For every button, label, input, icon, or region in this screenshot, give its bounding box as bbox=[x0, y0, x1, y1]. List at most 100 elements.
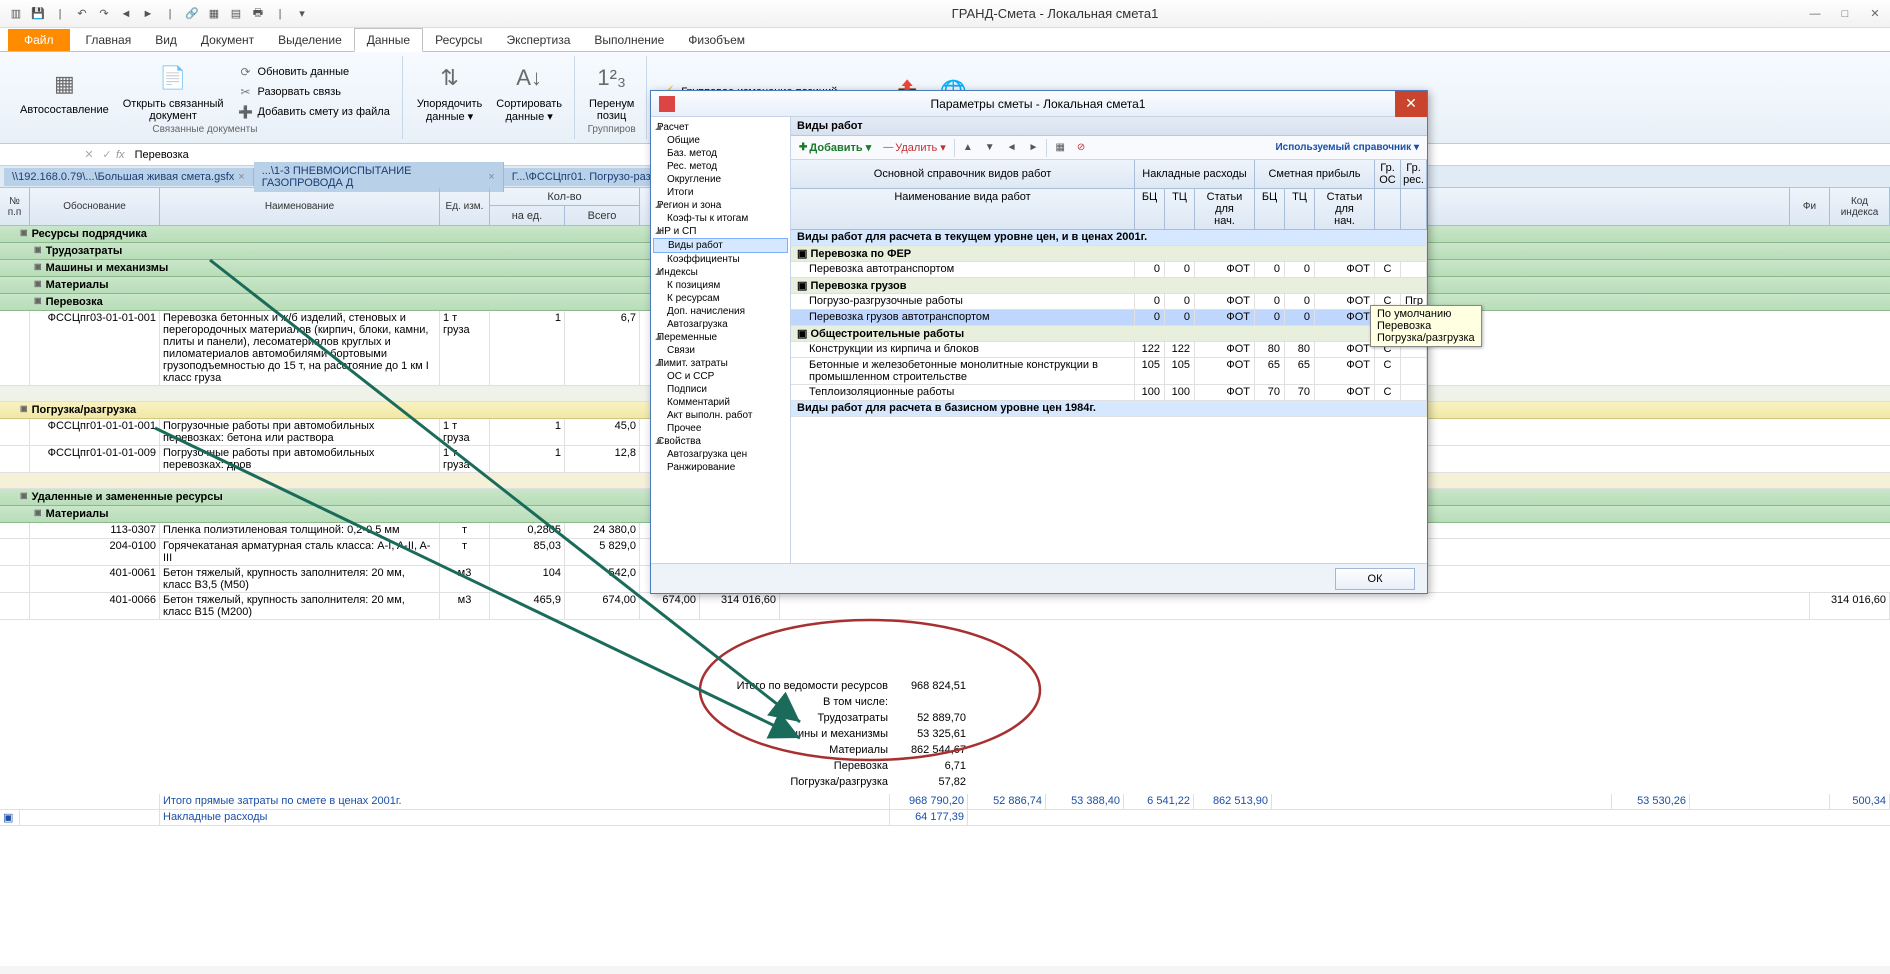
table-icon[interactable]: ▦ bbox=[206, 6, 222, 22]
grid-row[interactable]: ▣ Общестроительные работы bbox=[791, 326, 1427, 342]
tree-node[interactable]: Итоги bbox=[653, 186, 788, 199]
page-icon[interactable]: ▦ bbox=[1051, 140, 1068, 155]
tree-node[interactable]: Автозагрузка bbox=[653, 318, 788, 331]
tree-node[interactable]: Автозагрузка цен bbox=[653, 448, 788, 461]
grid-row[interactable]: Перевозка грузов автотранспортом00ФОТ00Ф… bbox=[791, 310, 1427, 326]
tab-main[interactable]: Главная bbox=[74, 29, 144, 51]
grid-row[interactable]: Виды работ для расчета в текущем уровне … bbox=[791, 230, 1427, 246]
doc-tab[interactable]: ...\1-3 ПНЕВМОИСПЫТАНИЕ ГАЗОПРОВОДА Д× bbox=[254, 162, 504, 192]
close-button[interactable]: ✕ bbox=[1860, 2, 1890, 26]
stop-icon[interactable]: ⊘ bbox=[1073, 140, 1089, 155]
refresh-data-button[interactable]: ⟳Обновить данные bbox=[236, 63, 392, 81]
tree-node[interactable]: ◢Регион и зона bbox=[653, 199, 788, 212]
back-icon[interactable]: ◄ bbox=[118, 6, 134, 22]
collapse-icon[interactable]: ▣ bbox=[20, 228, 28, 240]
data-row[interactable]: 401-0066Бетон тяжелый, крупность заполни… bbox=[0, 593, 1890, 620]
maximize-button[interactable]: □ bbox=[1830, 2, 1860, 26]
close-icon[interactable]: × bbox=[238, 171, 244, 183]
break-link-button[interactable]: ✂Разорвать связь bbox=[236, 83, 392, 101]
ok-button[interactable]: ОК bbox=[1335, 568, 1415, 590]
collapse-icon[interactable]: ▣ bbox=[20, 491, 28, 503]
tree-node[interactable]: К ресурсам bbox=[653, 292, 788, 305]
tree-node[interactable]: Баз. метод bbox=[653, 147, 788, 160]
tree-node[interactable]: Виды работ bbox=[653, 238, 788, 253]
opt-pogruzka[interactable]: Погрузка/разгрузка bbox=[1377, 332, 1475, 344]
tree-node[interactable]: ◢Лимит. затраты bbox=[653, 357, 788, 370]
close-icon[interactable]: × bbox=[488, 171, 494, 183]
redo-icon[interactable]: ↷ bbox=[96, 6, 112, 22]
cancel-icon[interactable]: ✕ bbox=[80, 148, 98, 161]
tree-node[interactable]: ◢НР и СП bbox=[653, 225, 788, 238]
tree-node[interactable]: ◢Расчет bbox=[653, 121, 788, 134]
order-data-button[interactable]: ⇅Упорядочить данные ▾ bbox=[415, 60, 484, 125]
collapse-icon[interactable]: ▣ bbox=[34, 296, 42, 308]
dropdown-tooltip[interactable]: По умолчанию Перевозка Погрузка/разгрузк… bbox=[1370, 305, 1482, 347]
more-icon[interactable]: ▾ bbox=[294, 6, 310, 22]
tab-data[interactable]: Данные bbox=[354, 28, 423, 52]
dialog-grid[interactable]: Виды работ для расчета в текущем уровне … bbox=[791, 230, 1427, 563]
tree-node[interactable]: Коэффициенты bbox=[653, 253, 788, 266]
collapse-icon[interactable]: ▣ bbox=[34, 508, 42, 520]
grid-row[interactable]: Перевозка автотранспортом00ФОТ00ФОТС bbox=[791, 262, 1427, 278]
reference-dropdown[interactable]: Используемый справочник ▾ bbox=[1271, 140, 1423, 155]
tree-node[interactable]: Связи bbox=[653, 344, 788, 357]
tree-node[interactable]: Округление bbox=[653, 173, 788, 186]
tree-node[interactable]: Доп. начисления bbox=[653, 305, 788, 318]
save-icon[interactable]: 💾 bbox=[30, 6, 46, 22]
up-icon[interactable]: ▲ bbox=[959, 140, 977, 155]
tree-node[interactable]: Коэф-ты к итогам bbox=[653, 212, 788, 225]
link-icon[interactable]: 🔗 bbox=[184, 6, 200, 22]
expand-icon[interactable]: ▣ bbox=[34, 279, 42, 291]
tree-node[interactable]: Ранжирование bbox=[653, 461, 788, 474]
tab-selection[interactable]: Выделение bbox=[266, 29, 354, 51]
accept-icon[interactable]: ✓ bbox=[98, 148, 116, 161]
print-icon[interactable]: 🖶 bbox=[250, 6, 266, 22]
grid-row[interactable]: Конструкции из кирпича и блоков122122ФОТ… bbox=[791, 342, 1427, 358]
tree-node[interactable]: Прочее bbox=[653, 422, 788, 435]
totals-row[interactable]: Итого прямые затраты по смете в ценах 20… bbox=[0, 794, 1890, 810]
add-button[interactable]: ✚ Добавить ▾ bbox=[795, 139, 875, 156]
auto-compile-button[interactable]: ▦Автосоставление bbox=[18, 66, 111, 118]
right-icon[interactable]: ► bbox=[1025, 140, 1043, 155]
renumber-button[interactable]: 1²₃Перенум позиц bbox=[587, 60, 636, 124]
minimize-button[interactable]: — bbox=[1800, 2, 1830, 26]
tab-execution[interactable]: Выполнение bbox=[582, 29, 676, 51]
grid-row[interactable]: Погрузо-разгрузочные работы00ФОТ00ФОТСПг… bbox=[791, 294, 1427, 310]
tree-node[interactable]: Комментарий bbox=[653, 396, 788, 409]
tree-node[interactable]: ◢Свойства bbox=[653, 435, 788, 448]
tab-expertise[interactable]: Экспертиза bbox=[494, 29, 582, 51]
tab-view[interactable]: Вид bbox=[143, 29, 189, 51]
left-icon[interactable]: ◄ bbox=[1003, 140, 1021, 155]
tab-document[interactable]: Документ bbox=[189, 29, 266, 51]
dialog-titlebar[interactable]: Параметры сметы - Локальная смета1 ✕ bbox=[651, 91, 1427, 117]
tree-node[interactable]: Акт выполн. работ bbox=[653, 409, 788, 422]
expand-icon[interactable]: ▣ bbox=[34, 262, 42, 274]
doc-tab[interactable]: \\192.168.0.79\...\Большая живая смета.g… bbox=[4, 168, 254, 186]
totals-row[interactable]: ▣ Накладные расходы 64 177,39 bbox=[0, 810, 1890, 826]
collapse-icon[interactable]: ▣ bbox=[20, 404, 28, 416]
grid-row[interactable]: Виды работ для расчета в базисном уровне… bbox=[791, 401, 1427, 417]
tree-node[interactable]: Рес. метод bbox=[653, 160, 788, 173]
fwd-icon[interactable]: ► bbox=[140, 6, 156, 22]
dialog-close-button[interactable]: ✕ bbox=[1395, 91, 1427, 117]
grid-row[interactable]: Теплоизоляционные работы100100ФОТ7070ФОТ… bbox=[791, 385, 1427, 401]
tree-node[interactable]: Общие bbox=[653, 134, 788, 147]
tree-node[interactable]: Подписи bbox=[653, 383, 788, 396]
tree-node[interactable]: К позициям bbox=[653, 279, 788, 292]
tab-resources[interactable]: Ресурсы bbox=[423, 29, 494, 51]
undo-icon[interactable]: ↶ bbox=[74, 6, 90, 22]
grid-row[interactable]: ▣ Перевозка по ФЕР bbox=[791, 246, 1427, 262]
down-icon[interactable]: ▼ bbox=[981, 140, 999, 155]
chart-icon[interactable]: ▥ bbox=[8, 6, 24, 22]
grid-row[interactable]: Бетонные и железобетонные монолитные кон… bbox=[791, 358, 1427, 385]
sort-data-button[interactable]: A↓Сортировать данные ▾ bbox=[494, 60, 564, 125]
tree-node[interactable]: ◢Индексы bbox=[653, 266, 788, 279]
open-linked-button[interactable]: 📄Открыть связанный документ bbox=[121, 60, 226, 124]
dialog-tree[interactable]: ◢РасчетОбщиеБаз. методРес. методОкруглен… bbox=[651, 117, 791, 563]
tree-node[interactable]: ◢Переменные bbox=[653, 331, 788, 344]
grid-row[interactable]: ▣ Перевозка грузов bbox=[791, 278, 1427, 294]
tab-volume[interactable]: Физобъем bbox=[676, 29, 757, 51]
file-tab[interactable]: Файл bbox=[8, 29, 70, 51]
expand-icon[interactable]: ▣ bbox=[34, 245, 42, 257]
add-estimate-button[interactable]: ➕Добавить смету из файла bbox=[236, 103, 392, 121]
